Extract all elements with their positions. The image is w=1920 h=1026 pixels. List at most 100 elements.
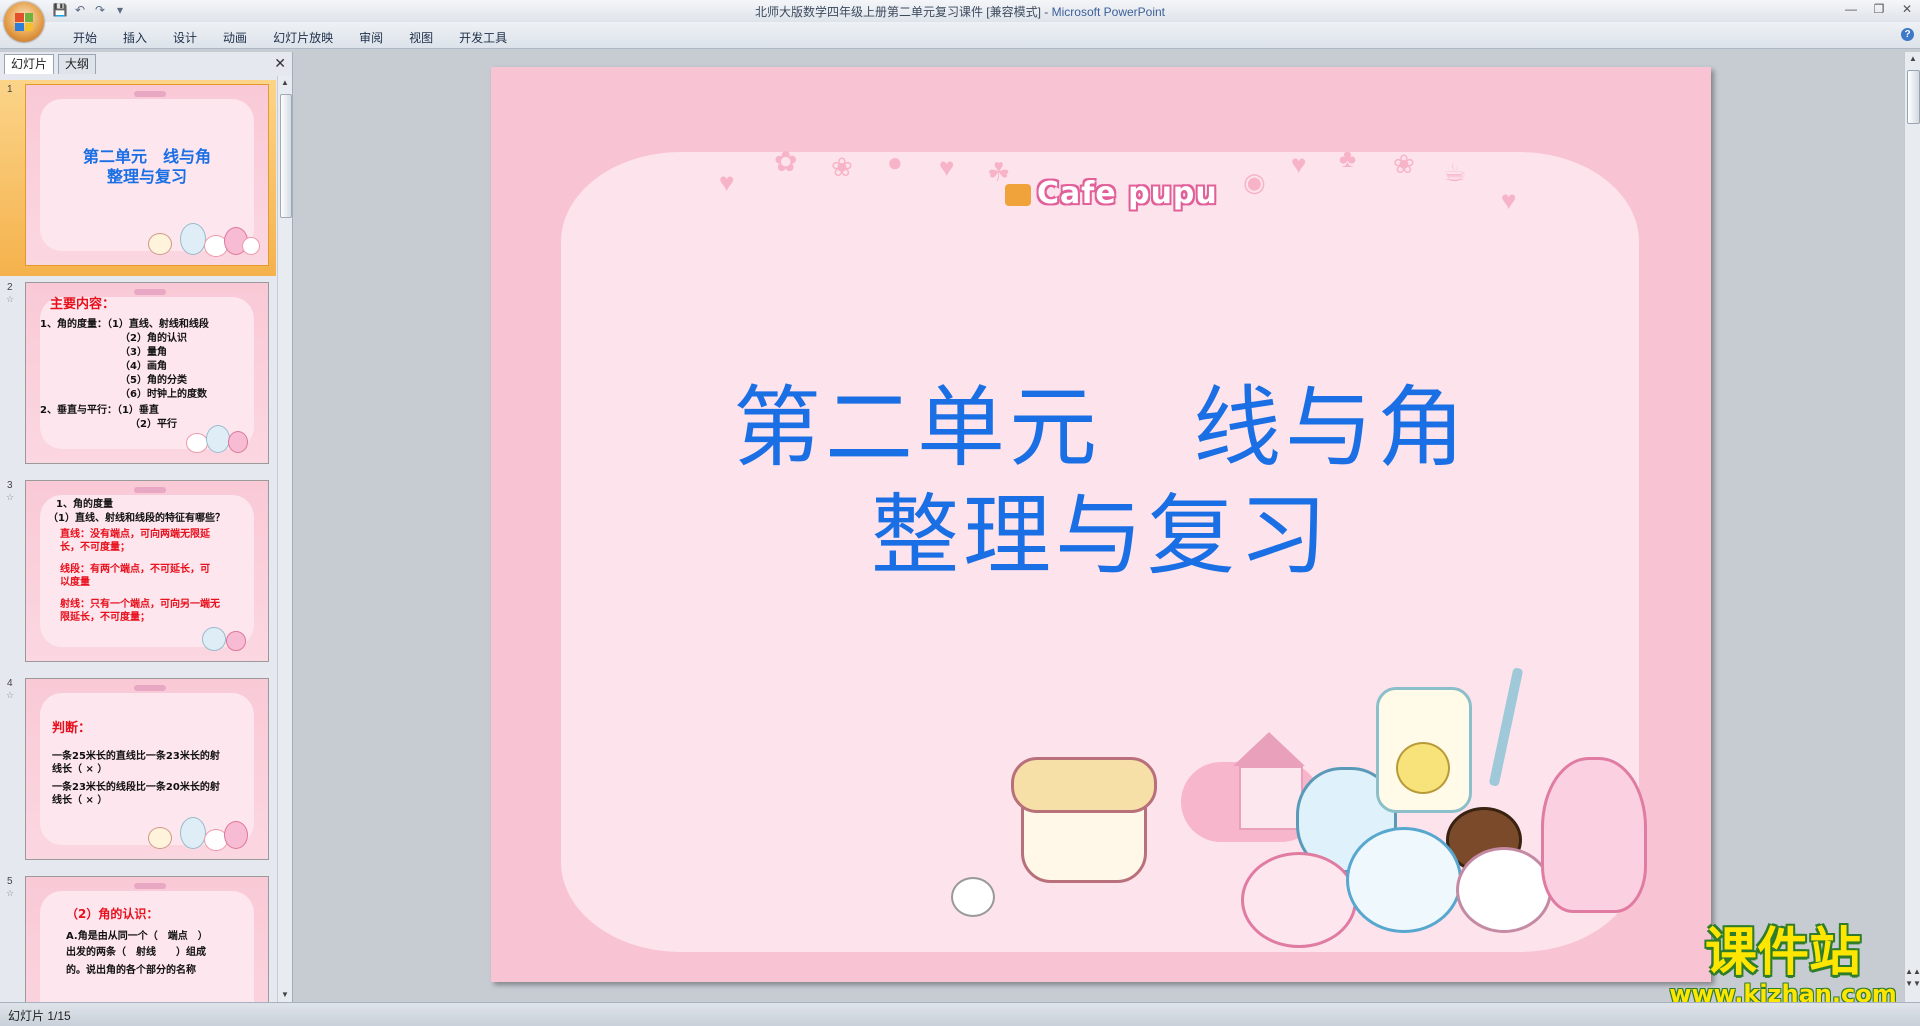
- slide-thumbnail-4[interactable]: 4 ☆ 判断： 一条25米长的直线比一条23米长的射 线长（ × ） 一条23米…: [0, 674, 276, 870]
- slide-thumbnail-3[interactable]: 3 ☆ 1、角的度量 （1）直线、射线和线段的特征有哪些？ 直线：没有端点，可向…: [0, 476, 276, 672]
- animation-star-icon: ☆: [6, 492, 15, 502]
- kjzhan-watermark: 课件站 www.kjzhan.com: [1668, 925, 1898, 1007]
- thumb-text: （1）直线、射线和线段的特征有哪些？: [48, 513, 225, 524]
- thumb-heading: （2）角的认识：: [66, 907, 159, 921]
- thumb-text: 出发的两条（ 射线 ）组成: [66, 947, 206, 958]
- ribbon-tabs: 开始 插入 设计 动画 幻灯片放映 审阅 视图 开发工具: [60, 29, 520, 46]
- watermark-title: 课件站: [1704, 923, 1861, 983]
- scroll-up-icon[interactable]: ▲: [278, 76, 292, 90]
- thumb-text: 2、垂直与平行：（1）垂直: [40, 405, 159, 416]
- minimize-icon[interactable]: —: [1844, 2, 1858, 16]
- characters-illustration: [198, 609, 262, 655]
- girl-character: [1541, 757, 1647, 913]
- animation-star-icon: ☆: [6, 294, 15, 304]
- slide-number: 3: [7, 480, 13, 491]
- tab-home[interactable]: 开始: [60, 29, 110, 46]
- slide-number: 2: [7, 282, 13, 293]
- cup-decoration-icon: ☕: [1443, 157, 1467, 187]
- previous-slide-icon[interactable]: ▲▲: [1905, 967, 1920, 976]
- slide-number: 1: [7, 84, 13, 95]
- heart-decoration-icon: ♥: [1501, 185, 1517, 215]
- slide-canvas[interactable]: ♥ ✿ ❀ ● ♥ ☘ ◉ ♥ ♣ ❀ ☕ ♥ Cafe pupu 第二单元 线…: [491, 67, 1711, 982]
- thumb-text: （4）画角: [120, 361, 167, 372]
- cafe-logo-mini: [134, 91, 166, 97]
- scrollbar-thumb[interactable]: [280, 94, 292, 218]
- strawberry-decoration-icon: ✿: [774, 146, 798, 177]
- scroll-down-icon[interactable]: ▼: [278, 988, 292, 1002]
- help-icon[interactable]: ?: [1901, 28, 1914, 41]
- tab-animations[interactable]: 动画: [210, 29, 260, 46]
- next-slide-icon[interactable]: ▼▼: [1905, 979, 1920, 988]
- thumb-heading: 判断：: [52, 721, 92, 736]
- thumb-text: （2）平行: [130, 419, 177, 430]
- tab-view[interactable]: 视图: [396, 29, 446, 46]
- slide-thumbnail-1[interactable]: 1 第二单元 线与角 整理与复习: [0, 80, 276, 276]
- thumb-text: A.角是由从同一个（ 端点 ）: [66, 931, 208, 942]
- thumb-text: （2）角的认识: [120, 333, 187, 344]
- characters-illustration: [142, 213, 262, 259]
- slide-preview: 主要内容： 1、角的度量：（1）直线、射线和线段 （2）角的认识 （3）量角 （…: [25, 282, 269, 464]
- slides-pane: 幻灯片 大纲 ✕ 1 第二单元 线与角 整理与复习 2 ☆ 主要内容： 1、角的…: [0, 52, 293, 1002]
- flower-decoration-icon: ❀: [831, 152, 853, 182]
- shop-icon: [1005, 183, 1031, 206]
- animation-star-icon: ☆: [6, 888, 15, 898]
- thumb-text: 线长（ × ）: [52, 764, 108, 775]
- slide-thumbnail-2[interactable]: 2 ☆ 主要内容： 1、角的度量：（1）直线、射线和线段 （2）角的认识 （3）…: [0, 278, 276, 474]
- cupcake-top: [1011, 757, 1157, 813]
- slide-number: 4: [7, 678, 13, 689]
- office-logo-icon: [15, 13, 33, 31]
- slide-preview: 判断： 一条25米长的直线比一条23米长的射 线长（ × ） 一条23米长的线段…: [25, 678, 269, 860]
- characters-illustration: [142, 807, 262, 853]
- heart-decoration-icon: ♥: [1291, 149, 1307, 179]
- slides-pane-scrollbar[interactable]: ▲ ▼: [277, 76, 292, 1002]
- status-bar: 幻灯片 1/15: [0, 1002, 1920, 1026]
- tab-design[interactable]: 设计: [160, 29, 210, 46]
- window-title: 北师大版数学四年级上册第二单元复习课件 [兼容模式] - Microsoft P…: [754, 5, 1166, 19]
- thumb-text: （6）时钟上的度数: [120, 389, 207, 400]
- restore-icon[interactable]: ❐: [1872, 2, 1886, 16]
- thumb-text: 限延长，不可度量；: [60, 612, 150, 623]
- slide-title-line-2[interactable]: 整理与复习: [491, 465, 1711, 592]
- slide-preview: 第二单元 线与角 整理与复习: [25, 84, 269, 266]
- tab-insert[interactable]: 插入: [110, 29, 160, 46]
- tab-slideshow[interactable]: 幻灯片放映: [260, 29, 346, 46]
- cafe-pupu-logo: Cafe pupu: [1005, 176, 1218, 211]
- white-bun-character: [1456, 847, 1552, 933]
- office-button[interactable]: [4, 2, 44, 42]
- scroll-up-icon[interactable]: ▲: [1905, 54, 1920, 63]
- slide-preview: 1、角的度量 （1）直线、射线和线段的特征有哪些？ 直线：没有端点，可向两端无限…: [25, 480, 269, 662]
- thumb-text: 线长（ × ）: [52, 795, 108, 806]
- close-icon[interactable]: ✕: [1900, 2, 1914, 16]
- thumb-text: 长，不可度量；: [60, 542, 130, 553]
- thumb-text: 1、角的度量: [56, 499, 113, 510]
- thumb-text: 整理与复习: [106, 167, 187, 186]
- thumb-heading: 主要内容：: [50, 297, 116, 312]
- thumb-text: 1、角的度量：（1）直线、射线和线段: [40, 319, 209, 330]
- lemon-character: [1396, 742, 1450, 794]
- tab-slides[interactable]: 幻灯片: [4, 54, 55, 74]
- flower-decoration-icon: ❀: [1393, 149, 1415, 179]
- thumb-text: 的。说出角的各个部分的名称: [66, 965, 196, 976]
- tab-developer[interactable]: 开发工具: [446, 29, 520, 46]
- tab-outline[interactable]: 大纲: [58, 54, 97, 74]
- tab-review[interactable]: 审阅: [346, 29, 396, 46]
- slide-preview: （2）角的认识： A.角是由从同一个（ 端点 ） 出发的两条（ 射线 ）组成 的…: [25, 876, 269, 1002]
- cookie-decoration-icon: ●: [887, 147, 903, 177]
- window-controls: — ❐ ✕: [1844, 2, 1914, 16]
- slide-thumbnail-5[interactable]: 5 ☆ （2）角的认识： A.角是由从同一个（ 端点 ） 出发的两条（ 射线 ）…: [0, 872, 276, 1002]
- thumbnail-list: 1 第二单元 线与角 整理与复习 2 ☆ 主要内容： 1、角的度量：（1）直线、…: [0, 76, 276, 1002]
- close-pane-icon[interactable]: ✕: [274, 55, 286, 72]
- editor-scrollbar[interactable]: ▲ ▲▲ ▼▼: [1904, 52, 1920, 1002]
- blue-blob-character: [1346, 827, 1462, 933]
- animation-star-icon: ☆: [6, 690, 15, 700]
- bottle-decoration-icon: ◉: [1243, 167, 1266, 197]
- thumb-text: （3）量角: [120, 347, 167, 358]
- thumb-text: 以度量: [60, 577, 90, 588]
- cherry-decoration-icon: ♣: [1339, 143, 1357, 173]
- scrollbar-thumb[interactable]: [1907, 70, 1920, 124]
- thumb-text: （5）角的分类: [120, 375, 187, 386]
- slide-counter: 幻灯片 1/15: [8, 1009, 71, 1023]
- pane-tabs: 幻灯片 大纲 ✕: [2, 54, 288, 74]
- ribbon: 开始 插入 设计 动画 幻灯片放映 审阅 视图 开发工具 ?: [0, 22, 1920, 49]
- dumpling-character: [951, 877, 995, 917]
